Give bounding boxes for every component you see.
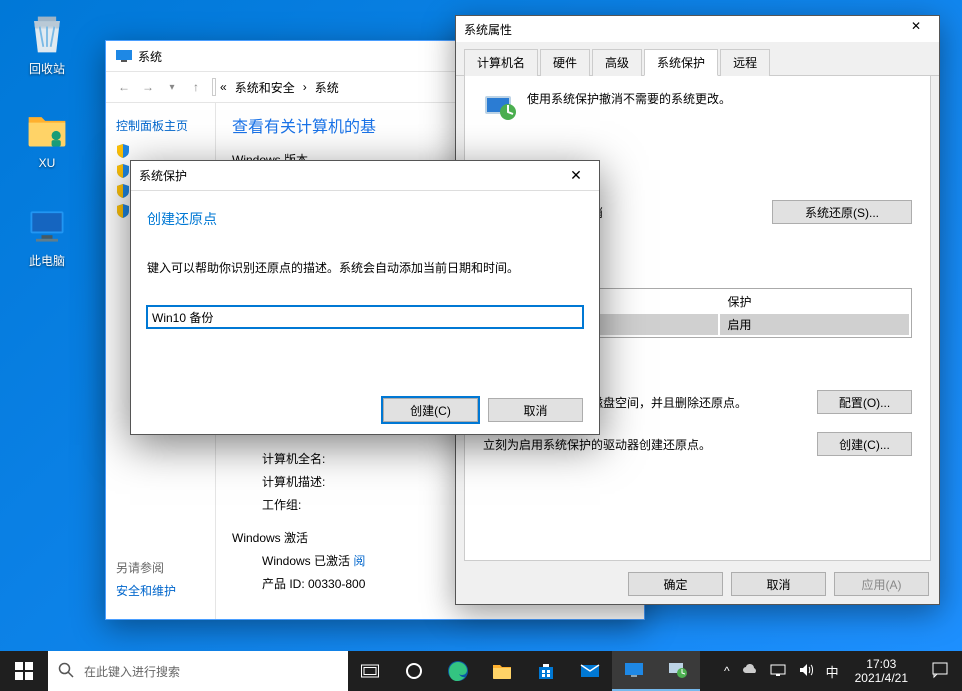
- properties-titlebar[interactable]: 系统属性 ✕: [456, 16, 939, 42]
- activation-link[interactable]: 阅: [353, 554, 365, 568]
- shield-icon: [116, 204, 130, 218]
- dialog-cancel-button[interactable]: 取消: [488, 398, 583, 422]
- ok-button[interactable]: 确定: [628, 572, 723, 596]
- window-title: 系统属性: [464, 21, 512, 38]
- see-also-section: 另请参阅 安全和维护: [116, 559, 176, 609]
- computer-icon: [25, 204, 69, 248]
- volume-icon[interactable]: [792, 662, 820, 681]
- see-also-label: 另请参阅: [116, 561, 164, 575]
- mail-icon: [580, 661, 600, 681]
- task-view-icon: [361, 662, 379, 680]
- taskbar-tray: ^ 中 17:03 2021/4/21: [718, 651, 962, 691]
- security-maintenance-link[interactable]: 安全和维护: [116, 582, 176, 599]
- computer-icon: [116, 48, 132, 64]
- taskbar-apps: [348, 651, 700, 691]
- folder-icon: [25, 108, 69, 152]
- store-icon: [536, 661, 556, 681]
- onedrive-icon[interactable]: [736, 662, 764, 681]
- taskbar-app-system-properties[interactable]: [656, 651, 700, 691]
- nav-back-icon[interactable]: ←: [112, 80, 136, 94]
- taskbar: 在此键入进行搜索 ^ 中 17:03 2021/4/21: [0, 651, 962, 691]
- task-view-button[interactable]: [348, 651, 392, 691]
- edge-icon: [447, 660, 469, 682]
- notification-icon: [931, 661, 949, 679]
- close-button[interactable]: ✕: [901, 19, 931, 39]
- col-protection: 保护: [720, 291, 909, 312]
- dialog-create-button[interactable]: 创建(C): [383, 398, 478, 422]
- nav-up-icon[interactable]: ↑: [184, 80, 208, 94]
- cancel-button[interactable]: 取消: [731, 572, 826, 596]
- tab-computer-name[interactable]: 计算机名: [464, 49, 538, 76]
- desktop-icon-this-pc[interactable]: 此电脑: [12, 204, 82, 269]
- tray-overflow-icon[interactable]: ^: [718, 664, 736, 678]
- desktop-icon-label: XU: [12, 156, 82, 170]
- system-restore-button[interactable]: 系统还原(S)...: [772, 200, 912, 224]
- dialog-heading: 创建还原点: [147, 209, 583, 229]
- desktop-icon-label: 此电脑: [12, 252, 82, 269]
- folder-icon: [492, 661, 512, 681]
- window-title: 系统: [138, 48, 162, 65]
- shield-icon: [116, 164, 130, 178]
- system-protection-icon: [668, 660, 688, 680]
- taskbar-clock[interactable]: 17:03 2021/4/21: [845, 657, 918, 685]
- dialog-message: 键入可以帮助你识别还原点的描述。系统会自动添加当前日期和时间。: [147, 259, 583, 276]
- search-placeholder: 在此键入进行搜索: [84, 663, 180, 680]
- taskbar-app-edge[interactable]: [436, 651, 480, 691]
- breadcrumb[interactable]: « 系统和安全 › 系统: [216, 79, 343, 96]
- network-icon[interactable]: [764, 662, 792, 681]
- properties-footer: 确定 取消 应用(A): [628, 572, 929, 596]
- ime-indicator[interactable]: 中: [820, 662, 845, 681]
- crumb-prefix: «: [220, 80, 227, 94]
- dialog-create-restore-point: 系统保护 ✕ 创建还原点 键入可以帮助你识别还原点的描述。系统会自动添加当前日期…: [130, 160, 600, 435]
- windows-icon: [15, 662, 33, 680]
- clock-time: 17:03: [855, 657, 908, 671]
- intro-text: 使用系统保护撤消不需要的系统更改。: [527, 90, 731, 107]
- recycle-bin-icon: [25, 12, 69, 56]
- cortana-button[interactable]: [392, 651, 436, 691]
- taskbar-search[interactable]: 在此键入进行搜索: [48, 651, 348, 691]
- tab-advanced[interactable]: 高级: [592, 49, 642, 76]
- shield-icon: [116, 184, 130, 198]
- taskbar-app-control-panel[interactable]: [612, 651, 656, 691]
- desktop-icon-label: 回收站: [12, 60, 82, 77]
- control-panel-home-link[interactable]: 控制面板主页: [116, 117, 205, 134]
- cortana-icon: [405, 662, 423, 680]
- crumb-sep: ›: [303, 80, 307, 94]
- dialog-titlebar[interactable]: 系统保护 ✕: [131, 161, 599, 191]
- desktop-icon-recycle-bin[interactable]: 回收站: [12, 12, 82, 77]
- start-button[interactable]: [0, 651, 48, 691]
- shield-icon: [116, 144, 130, 158]
- create-restore-point-button[interactable]: 创建(C)...: [817, 432, 912, 456]
- nav-forward-icon[interactable]: →: [136, 80, 160, 94]
- sidebar-item[interactable]: [116, 144, 205, 158]
- nav-history-icon[interactable]: ▾: [160, 82, 184, 93]
- computer-icon: [624, 660, 644, 680]
- apply-button[interactable]: 应用(A): [834, 572, 929, 596]
- restore-point-description-input[interactable]: [147, 306, 583, 328]
- clock-date: 2021/4/21: [855, 671, 908, 685]
- dialog-title: 系统保护: [139, 167, 187, 184]
- system-protection-icon: [483, 90, 517, 124]
- tab-system-protection[interactable]: 系统保护: [644, 49, 718, 76]
- search-icon: [48, 662, 84, 681]
- crumb-item[interactable]: 系统: [315, 79, 339, 96]
- action-center-button[interactable]: [918, 661, 962, 682]
- crumb-item[interactable]: 系统和安全: [235, 79, 295, 96]
- properties-tabs: 计算机名 硬件 高级 系统保护 远程: [456, 42, 939, 76]
- taskbar-app-explorer[interactable]: [480, 651, 524, 691]
- configure-button[interactable]: 配置(O)...: [817, 390, 912, 414]
- taskbar-app-mail[interactable]: [568, 651, 612, 691]
- tab-hardware[interactable]: 硬件: [540, 49, 590, 76]
- tab-remote[interactable]: 远程: [720, 49, 770, 76]
- create-hint: 立刻为启用系统保护的驱动器创建还原点。: [483, 436, 763, 453]
- close-button[interactable]: ✕: [561, 167, 591, 184]
- taskbar-app-store[interactable]: [524, 651, 568, 691]
- desktop-icon-user-folder[interactable]: XU: [12, 108, 82, 170]
